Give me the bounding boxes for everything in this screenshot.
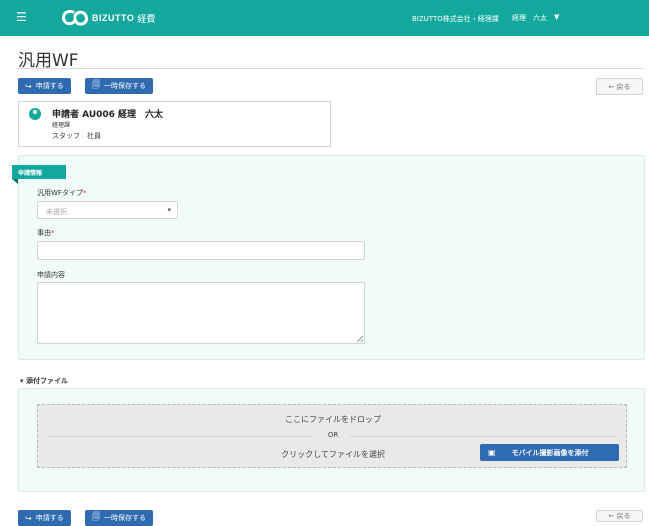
logo-subtext: 経費 <box>137 14 156 25</box>
wf-type-label: 汎用WFタイプ* <box>37 189 87 197</box>
apply-button[interactable]: ↪ 申請する <box>18 78 71 94</box>
save-icon: 🗐 <box>92 80 100 89</box>
wf-type-placeholder: 未選択 <box>46 208 67 216</box>
content-label: 申請内容 <box>37 271 65 279</box>
reason-label: 事由* <box>37 229 55 237</box>
save-draft-button-label: 一時保存する <box>104 82 146 90</box>
divider <box>18 68 644 69</box>
apply-button-bottom[interactable]: ↪ 申請する <box>18 510 71 526</box>
share-arrow-icon: ↪ <box>25 81 32 91</box>
section-tag: 申請情報 <box>12 165 66 179</box>
resize-handle-icon[interactable] <box>357 336 363 342</box>
hamburger-menu-icon[interactable]: ☰ <box>16 11 27 23</box>
save-draft-button[interactable]: 🗐 一時保存する <box>85 78 153 94</box>
attach-mobile-image-label: モバイル撮影画像を添付 <box>511 448 589 457</box>
content-textarea[interactable] <box>37 282 365 344</box>
back-button-bottom[interactable]: ← 戻る <box>596 510 643 522</box>
applicant-name: 申請者 AU006 経理 六太 <box>52 110 164 120</box>
user-menu[interactable]: 経理 六太 <box>512 13 547 23</box>
app-logo[interactable]: BIZUTTO 経費 <box>60 7 155 29</box>
save-draft-button-bottom[interactable]: 🗐 一時保存する <box>85 510 153 526</box>
divider <box>350 436 615 437</box>
company-name: BIZUTTO株式会社・経理課 <box>412 15 499 23</box>
back-button[interactable]: ← 戻る <box>596 78 643 95</box>
reason-input[interactable] <box>37 241 365 260</box>
chevron-down-icon: ▾ <box>167 206 171 214</box>
apply-button-label: 申請する <box>35 82 64 90</box>
required-mark: * <box>51 229 55 237</box>
drop-text: ここにファイルをドロップ <box>285 415 381 424</box>
attach-mobile-image-button[interactable]: ▣ モバイル撮影画像を添付 <box>480 444 619 461</box>
logo-text: BIZUTTO <box>92 13 135 23</box>
applicant-card: 申請者 AU006 経理 六太 経理課 スタッフ 社員 <box>18 101 331 147</box>
save-icon: 🗐 <box>92 512 100 521</box>
applicant-role: スタッフ 社員 <box>52 132 101 140</box>
bizutto-logo-icon <box>62 10 88 26</box>
applicant-department: 経理課 <box>52 122 71 129</box>
wf-type-select[interactable]: 未選択 ▾ <box>37 201 178 219</box>
share-arrow-icon: ↪ <box>25 513 32 523</box>
required-mark: * <box>82 189 87 197</box>
or-text: OR <box>327 431 339 439</box>
image-icon: ▣ <box>488 448 496 457</box>
top-nav-bar: ☰ BIZUTTO 経費 BIZUTTO株式会社・経理課 経理 六太 ▼ <box>0 0 649 36</box>
user-avatar-icon <box>29 108 41 120</box>
chevron-down-icon[interactable]: ▼ <box>554 13 559 21</box>
attachments-toggle[interactable]: ▾ 添付ファイル <box>20 376 68 386</box>
tag-fold <box>12 179 18 184</box>
